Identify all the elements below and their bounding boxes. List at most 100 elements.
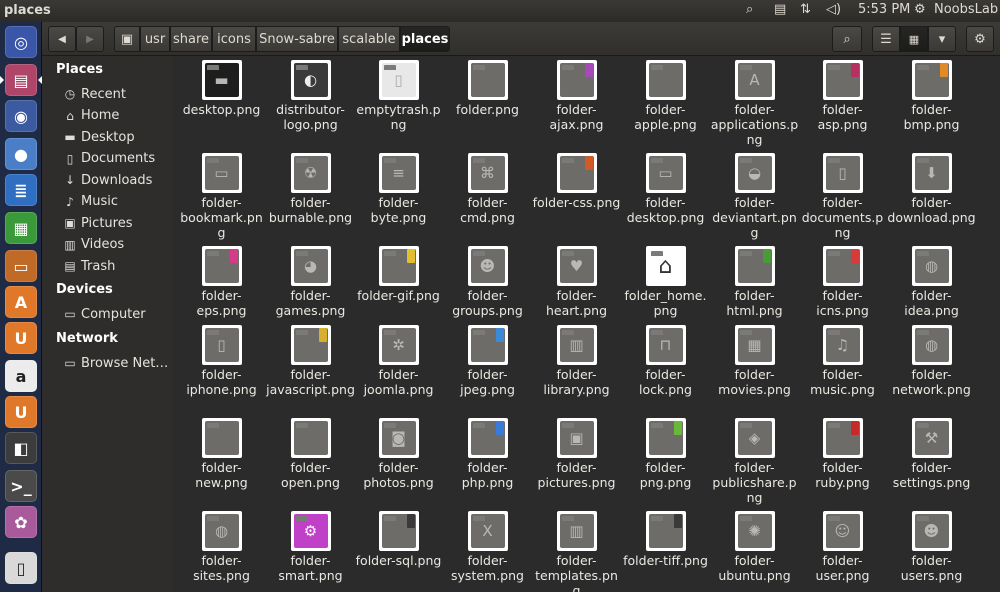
sidebar-item-home[interactable]: ⌂ Home [62, 106, 170, 126]
crumb-scalable[interactable]: scalable [338, 26, 400, 52]
launcher-system-monitor[interactable]: ◧ [5, 432, 37, 464]
crumb-usr[interactable]: usr [140, 26, 170, 52]
launcher-writer[interactable]: ≣ [5, 174, 37, 206]
launcher-impress[interactable]: ▭ [5, 250, 37, 282]
file-item[interactable]: Afolder-applications.png [710, 56, 799, 149]
sidebar-icon: ◷ [64, 87, 76, 101]
file-item[interactable]: ▦ folder-movies.png [710, 321, 799, 414]
search-button[interactable]: ⌕ [832, 26, 862, 52]
folder-icon: ▯ [825, 156, 860, 190]
launcher-dash-home[interactable]: ◎ [5, 26, 37, 58]
file-item[interactable]: ◈ folder-publicshare.png [710, 414, 799, 507]
grid-view-button[interactable]: ▦ [900, 26, 928, 52]
file-item[interactable]: ⌘ folder-cmd.png [443, 149, 532, 242]
file-item[interactable]: folder-bmp.png [887, 56, 976, 149]
file-item[interactable]: folder-asp.png [798, 56, 887, 149]
network-icon[interactable]: ⇅ [800, 2, 811, 17]
file-item[interactable]: folder-apple.png [621, 56, 710, 149]
file-item[interactable]: folder.png [443, 56, 532, 149]
file-item[interactable]: ◙ folder-photos.png [354, 414, 443, 507]
sidebar-item-downloads[interactable]: ↓ Downloads [62, 170, 170, 190]
file-item[interactable]: ⚒ folder-settings.png [887, 414, 976, 507]
file-item[interactable]: Xfolder-system.png [443, 507, 532, 592]
file-item[interactable]: ▥ folder-library.png [532, 321, 621, 414]
sidebar-item-trash[interactable]: ▤ Trash [62, 256, 170, 276]
launcher-files[interactable]: ▤ [0, 64, 42, 96]
sidebar-item-pictures[interactable]: ▣ Pictures [62, 213, 170, 233]
launcher-trash[interactable]: ▯ [5, 552, 37, 584]
file-item[interactable]: folder-jpeg.png [443, 321, 532, 414]
gear-icon[interactable]: ⚙ [914, 2, 926, 17]
file-item[interactable]: ◒ folder-deviantart.png [710, 149, 799, 242]
file-item[interactable]: ◐ distributor-logo.png [266, 56, 355, 149]
file-item[interactable]: folder-css.png [532, 149, 621, 242]
launcher-amazon[interactable]: a [5, 360, 37, 392]
file-item[interactable]: ▭ folder-bookmark.png [177, 149, 266, 242]
file-name: folder-css.png [532, 195, 621, 210]
sidebar-item-documents[interactable]: ▯ Documents [62, 149, 170, 169]
file-item[interactable]: folder-new.png [177, 414, 266, 507]
sidebar-item-browse-net[interactable]: ▭ Browse Net… [62, 353, 170, 373]
launcher-software-center[interactable]: A [5, 286, 37, 318]
file-item[interactable]: ⊓ folder-lock.png [621, 321, 710, 414]
forward-button[interactable]: ▶ [76, 26, 104, 52]
launcher-settings[interactable]: ✿ [5, 506, 37, 538]
file-item[interactable]: ◍ folder-sites.png [177, 507, 266, 592]
file-item[interactable]: folder-ruby.png [798, 414, 887, 507]
search-icon[interactable]: ⌕ [746, 2, 753, 17]
launcher-ubuntu-one-music[interactable]: U [5, 396, 37, 428]
sidebar-item-label: Recent [81, 86, 126, 102]
file-item[interactable]: ⬇ folder-download.png [887, 149, 976, 242]
file-item[interactable]: ▬ desktop.png [177, 56, 266, 149]
launcher-calc[interactable]: ▦ [5, 212, 37, 244]
crumb-snow-sabre[interactable]: Snow-sabre [256, 26, 338, 52]
file-item[interactable]: ▯ emptytrash.png [354, 56, 443, 149]
file-thumbnail: ◕ [290, 246, 331, 286]
file-item[interactable]: folder-png.png [621, 414, 710, 507]
file-thumbnail [467, 60, 508, 100]
file-item[interactable]: ✺ folder-ubuntu.png [710, 507, 799, 592]
file-item[interactable]: ⚙ folder-smart.png [266, 507, 355, 592]
crumb-places[interactable]: places [400, 26, 450, 52]
list-view-button[interactable]: ☰ [872, 26, 900, 52]
user-name[interactable]: NoobsLab [934, 2, 998, 17]
launcher-terminal[interactable]: >_ [5, 470, 37, 502]
crumb-icons[interactable]: icons [212, 26, 256, 52]
file-item[interactable]: folder-php.png [443, 414, 532, 507]
sidebar-item-music[interactable]: ♪ Music [62, 192, 170, 212]
file-item[interactable]: folder-javascript.png [266, 321, 355, 414]
file-item[interactable]: folder-open.png [266, 414, 355, 507]
crumb-share[interactable]: share [170, 26, 212, 52]
file-item[interactable]: ▯ folder-iphone.png [177, 321, 266, 414]
file-thumbnail [290, 418, 331, 458]
file-item[interactable]: ▯ folder-documents.png [798, 149, 887, 242]
file-item[interactable]: folder-tiff.png [621, 507, 710, 592]
clipboard-icon[interactable]: ▤ [774, 2, 786, 17]
file-name: folder-download.png [887, 195, 976, 225]
file-item[interactable]: folder-sql.png [354, 507, 443, 592]
file-item[interactable]: ✲ folder-joomla.png [354, 321, 443, 414]
sidebar-item-recent[interactable]: ◷ Recent [62, 84, 170, 104]
root-crumb[interactable]: ▣ [114, 26, 140, 52]
file-item[interactable]: ☻ folder-users.png [887, 507, 976, 592]
sidebar-item-videos[interactable]: ▥ Videos [62, 235, 170, 255]
view-options-dropdown[interactable]: ▾ [928, 26, 956, 52]
volume-icon[interactable]: ◁) [826, 2, 841, 17]
file-item[interactable]: ▭ folder-desktop.png [621, 149, 710, 242]
file-item[interactable]: ▥ folder-templates.png [532, 507, 621, 592]
file-item[interactable]: ♫ folder-music.png [798, 321, 887, 414]
file-item[interactable]: ◍ folder-network.png [887, 321, 976, 414]
launcher-firefox[interactable]: ◉ [5, 100, 37, 132]
clock[interactable]: 5:53 PM [858, 2, 910, 17]
sidebar-item-desktop[interactable]: ▬ Desktop [62, 127, 170, 147]
launcher-chromium[interactable]: ● [5, 138, 37, 170]
back-button[interactable]: ◀ [48, 26, 76, 52]
menu-button[interactable]: ⚙ [966, 26, 994, 52]
file-item[interactable]: ≡ folder-byte.png [354, 149, 443, 242]
launcher-ubuntu-one[interactable]: U [5, 322, 37, 354]
file-item[interactable]: folder-ajax.png [532, 56, 621, 149]
file-item[interactable]: ▣ folder-pictures.png [532, 414, 621, 507]
file-item[interactable]: ☺ folder-user.png [798, 507, 887, 592]
file-item[interactable]: ☢ folder-burnable.png [266, 149, 355, 242]
sidebar-item-computer[interactable]: ▭ Computer [62, 304, 170, 324]
